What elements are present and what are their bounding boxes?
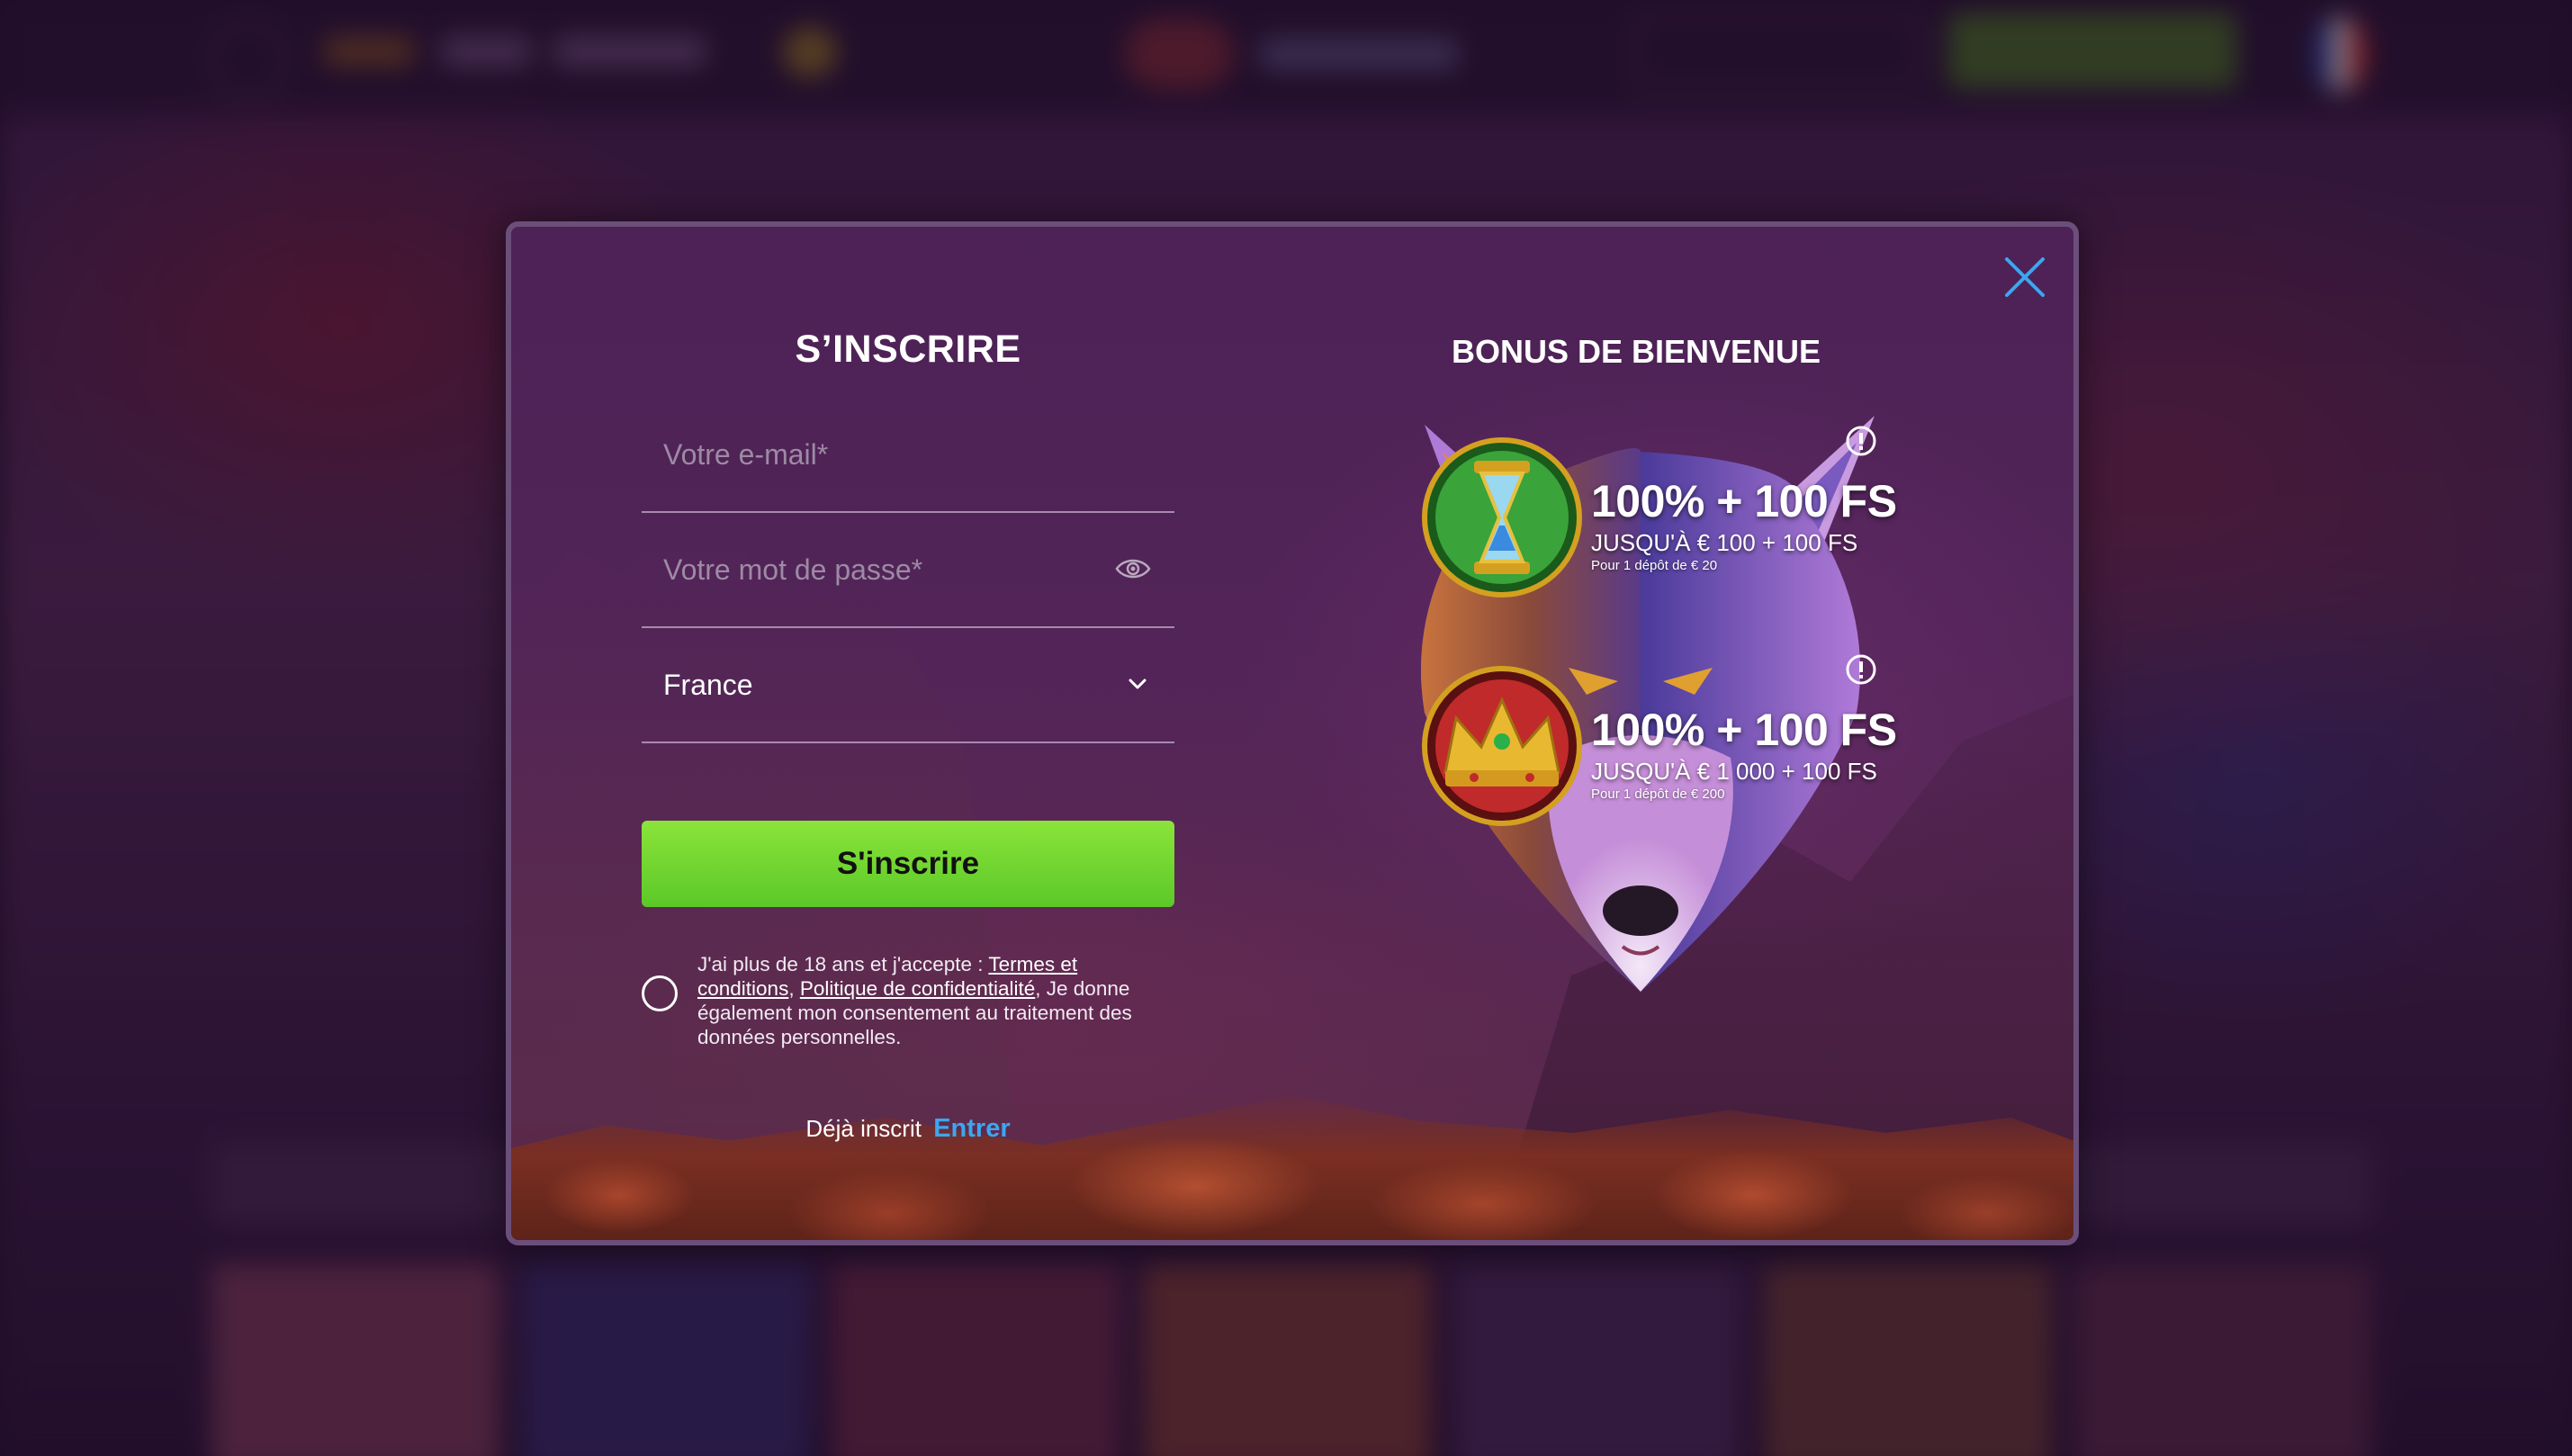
consent-separator: , (788, 977, 800, 1000)
bonus-title: BONUS DE BIENVENUE (1451, 333, 1821, 370)
password-input[interactable] (642, 553, 1174, 587)
consent-text-before: J'ai plus de 18 ans et j'accepte : (697, 953, 989, 975)
login-link[interactable]: Entrer (933, 1114, 1010, 1143)
consent-row: J'ai plus de 18 ans et j'accepte : Terme… (642, 952, 1174, 1049)
bonus-offer-condition: Pour 1 dépôt de € 20 (1591, 558, 1718, 573)
hourglass-medal-icon (1422, 437, 1582, 598)
bonus-offer-headline: 100% + 100 FS (1591, 476, 1897, 526)
chevron-down-icon (1129, 679, 1147, 689)
signup-title: S’INSCRIRE (795, 328, 1021, 371)
info-icon[interactable] (1845, 425, 1877, 457)
info-icon[interactable] (1845, 653, 1877, 686)
bonus-offer-subtitle: JUSQU'À € 1 000 + 100 FS (1591, 758, 1877, 785)
country-select-value: France (663, 668, 753, 701)
signup-submit-button[interactable]: S'inscrire (642, 821, 1174, 907)
email-input[interactable] (642, 437, 1174, 472)
consent-checkbox[interactable] (642, 975, 678, 1011)
password-field (642, 513, 1174, 628)
already-registered-text: Déjà inscrit (805, 1115, 922, 1142)
signup-modal: S’INSCRIRE France S'inscrire J'ai plus d… (506, 221, 2079, 1245)
bonus-offer-1: 100% + 100 FS JUSQU'À € 100 + 100 FS Pou… (1420, 426, 1924, 616)
email-field (642, 398, 1174, 513)
bonus-offer-subtitle: JUSQU'À € 100 + 100 FS (1591, 529, 1858, 556)
privacy-link[interactable]: Politique de confidentialité (800, 977, 1035, 1000)
consent-text: J'ai plus de 18 ans et j'accepte : Terme… (697, 952, 1174, 1049)
close-icon[interactable] (2001, 254, 2048, 301)
country-select[interactable]: France (642, 628, 1174, 743)
already-registered: Déjà inscrit Entrer (642, 1114, 1174, 1144)
bonus-offer-condition: Pour 1 dépôt de € 200 (1591, 786, 1725, 802)
show-password-eye-icon[interactable] (1115, 556, 1151, 581)
bonus-offer-headline: 100% + 100 FS (1591, 705, 1897, 755)
crown-medal-icon (1422, 666, 1582, 826)
bonus-offer-2: 100% + 100 FS JUSQU'À € 1 000 + 100 FS P… (1420, 654, 1924, 844)
